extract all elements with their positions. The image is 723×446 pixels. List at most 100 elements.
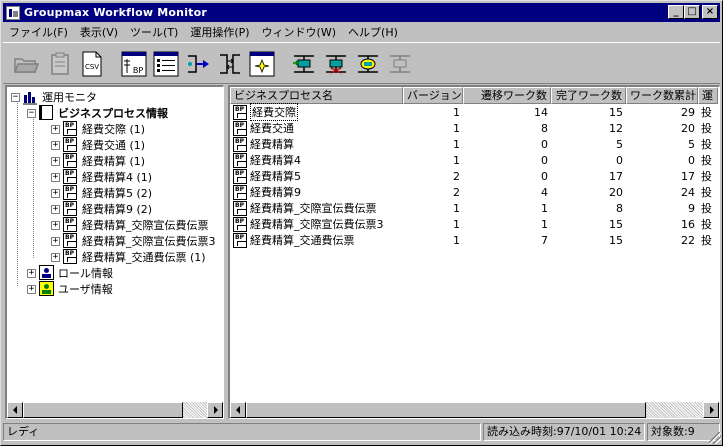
workflow-disabled-icon	[390, 55, 410, 73]
tree-root-label: 運用モニタ	[42, 91, 97, 104]
user-icon	[39, 281, 55, 297]
clipboard-icon	[51, 52, 69, 75]
scroll-thumb[interactable]	[23, 402, 183, 418]
expand-toggle[interactable]: +	[27, 284, 36, 294]
bp-view-button[interactable]: BP	[119, 49, 149, 79]
csv-export-button[interactable]: CSV	[77, 49, 107, 79]
tree-panel[interactable]: − 運用モニタ − ビジネスプロセス情報 + BP 経費交際 (1) + BP …	[5, 85, 224, 419]
tree-node-bp-item[interactable]: + BP 経費交際 (1)	[51, 121, 145, 137]
cell-name-text: 経費精算5	[250, 170, 301, 183]
cell-total: 24	[681, 185, 695, 199]
workflow-stop-button[interactable]	[321, 49, 351, 79]
menu-window[interactable]: ウィンドウ(W)	[256, 24, 342, 40]
tree-node-bp-item[interactable]: + BP 経費精算_交通費伝票 (1)	[51, 249, 206, 265]
column-header-version[interactable]: バージョン	[403, 87, 463, 104]
table-row[interactable]: BP 経費交際 1 14 15 29 投	[230, 103, 718, 121]
open-button[interactable]	[11, 49, 41, 79]
column-header-transition[interactable]: 遷移ワーク数	[463, 87, 551, 104]
cell-version: 1	[453, 105, 460, 119]
cell-transition: 0	[541, 153, 548, 167]
expand-toggle[interactable]: +	[27, 268, 36, 278]
route-button[interactable]	[183, 49, 213, 79]
tree-root[interactable]: − 運用モニタ	[11, 89, 97, 105]
expand-toggle[interactable]: +	[51, 252, 60, 262]
status-loaded-time: 読み込み時刻:97/10/01 10:24	[483, 423, 645, 441]
table-row[interactable]: BP 経費精算_交際宣伝費伝票 1 1 8 9 投	[230, 200, 718, 216]
tree-node-business-process[interactable]: − ビジネスプロセス情報	[27, 105, 168, 121]
expand-toggle[interactable]: +	[51, 236, 60, 246]
tree-node-bp-item[interactable]: + BP 経費交通 (1)	[51, 137, 145, 153]
list-panel[interactable]: ビジネスプロセス名 バージョン 遷移ワーク数 完了ワーク数 ワーク数累計 運 B…	[228, 85, 720, 419]
tree-node-user[interactable]: + ユーザ情報	[27, 281, 113, 297]
tree-node-bp-item[interactable]: + BP 経費精算5 (2)	[51, 185, 152, 201]
scroll-thumb[interactable]	[246, 402, 646, 418]
close-button[interactable]: ×	[702, 5, 718, 19]
list-view-button[interactable]	[151, 49, 181, 79]
menu-view[interactable]: 表示(V)	[74, 24, 124, 40]
role-icon	[39, 265, 55, 281]
minimize-button[interactable]: _	[668, 5, 684, 19]
expand-toggle[interactable]: +	[51, 124, 60, 134]
expand-toggle[interactable]: +	[51, 220, 60, 230]
workflow-start-button[interactable]	[289, 49, 319, 79]
scroll-left-button[interactable]	[7, 402, 23, 418]
tree-node-label: 経費交通 (1)	[82, 139, 146, 152]
tree-node-bp-item[interactable]: + BP 経費精算_交際宣伝費伝票	[51, 217, 209, 233]
cell-name: BP 経費交通	[230, 120, 403, 136]
resize-grip-icon[interactable]	[709, 432, 721, 444]
tree-node-role-label: ロール情報	[58, 267, 113, 280]
tree-node-bp-item[interactable]: + BP 経費精算9 (2)	[51, 201, 152, 217]
table-row[interactable]: BP 経費交通 1 8 12 20 投	[230, 120, 718, 136]
cell-name: BP 経費交際	[230, 103, 403, 121]
cell-transition: 1	[541, 201, 548, 215]
bp-icon: BP	[233, 136, 247, 152]
column-header-status[interactable]: 運	[698, 87, 718, 104]
workflow-disabled-button[interactable]	[385, 49, 415, 79]
collapse-toggle[interactable]: −	[27, 108, 36, 118]
table-row[interactable]: BP 経費精算9 2 4 20 24 投	[230, 184, 718, 200]
expand-toggle[interactable]: +	[51, 172, 60, 182]
workflow-refresh-button[interactable]	[353, 49, 383, 79]
table-row[interactable]: BP 経費精算5 2 0 17 17 投	[230, 168, 718, 184]
table-row[interactable]: BP 経費精算_交際宣伝費伝票3 1 1 15 16 投	[230, 216, 718, 232]
menu-file[interactable]: ファイル(F)	[3, 24, 74, 40]
table-row[interactable]: BP 経費精算 1 0 5 5 投	[230, 136, 718, 152]
tree-line	[17, 99, 18, 286]
target-icon	[249, 51, 275, 77]
tree-node-bp-item[interactable]: + BP 経費精算 (1)	[51, 153, 145, 169]
menu-tools[interactable]: ツール(T)	[124, 24, 184, 40]
menu-operations[interactable]: 運用操作(P)	[184, 24, 255, 40]
list-horizontal-scrollbar[interactable]	[230, 402, 719, 418]
properties-button[interactable]	[45, 49, 75, 79]
maximize-button[interactable]: □	[684, 5, 700, 19]
expand-toggle[interactable]: +	[51, 140, 60, 150]
tree-node-role[interactable]: + ロール情報	[27, 265, 113, 281]
table-row[interactable]: BP 経費精算_交通費伝票 1 7 15 22 投	[230, 232, 718, 248]
cell-name-text: 経費交際	[250, 103, 298, 121]
expand-toggle[interactable]: +	[51, 188, 60, 198]
scroll-track[interactable]	[246, 402, 703, 418]
column-header-total[interactable]: ワーク数累計	[626, 87, 698, 104]
tree-horizontal-scrollbar[interactable]	[7, 402, 223, 418]
tree-node-bp-item[interactable]: + BP 経費精算_交際宣伝費伝票3	[51, 233, 216, 249]
swap-button[interactable]	[215, 49, 245, 79]
scroll-right-button[interactable]	[207, 402, 223, 418]
menu-help[interactable]: ヘルプ(H)	[342, 24, 404, 40]
collapse-toggle[interactable]: −	[11, 92, 20, 102]
scroll-track[interactable]	[23, 402, 207, 418]
workflow-start-icon	[293, 55, 314, 73]
target-button[interactable]	[247, 49, 277, 79]
bp-icon: BP	[63, 169, 79, 185]
app-icon[interactable]	[6, 5, 20, 20]
table-row[interactable]: BP 経費精算4 1 0 0 0 投	[230, 152, 718, 168]
scroll-right-button[interactable]	[703, 402, 719, 418]
scroll-left-button[interactable]	[230, 402, 246, 418]
cell-total: 17	[681, 169, 695, 183]
list-header: ビジネスプロセス名 バージョン 遷移ワーク数 完了ワーク数 ワーク数累計 運	[230, 87, 718, 104]
expand-toggle[interactable]: +	[51, 156, 60, 166]
title-bar[interactable]: Groupmax Workflow Monitor _ □ ×	[3, 3, 720, 22]
column-header-name[interactable]: ビジネスプロセス名	[230, 87, 403, 104]
tree-node-bp-item[interactable]: + BP 経費精算4 (1)	[51, 169, 152, 185]
column-header-completed[interactable]: 完了ワーク数	[551, 87, 626, 104]
expand-toggle[interactable]: +	[51, 204, 60, 214]
